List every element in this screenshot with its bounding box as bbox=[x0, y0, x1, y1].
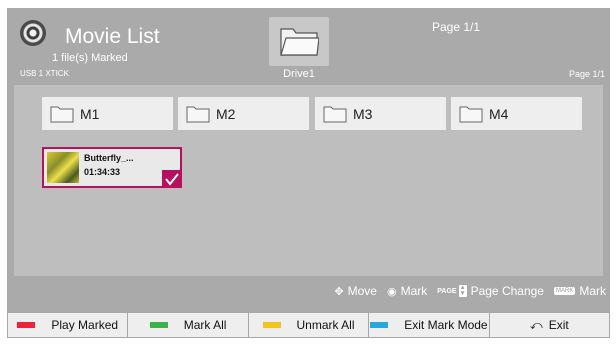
back-icon: ⤺ bbox=[529, 317, 543, 332]
marked-count: 1 file(s) Marked bbox=[52, 52, 128, 64]
page-title: Movie List bbox=[65, 25, 160, 48]
folder-item-m1[interactable]: M1 bbox=[42, 97, 173, 130]
movie-name: Butterfly_... bbox=[84, 153, 134, 163]
button-label: Play Marked bbox=[51, 318, 119, 332]
folder-item-m3[interactable]: M3 bbox=[315, 97, 446, 130]
folder-label: M3 bbox=[353, 106, 373, 122]
hint-mark-key: Mark bbox=[579, 284, 606, 298]
movie-item[interactable]: Butterfly_... 01:34:33 bbox=[42, 147, 182, 188]
folder-icon bbox=[459, 106, 483, 123]
page-indicator: Page 1/1 bbox=[432, 20, 481, 34]
drive-button[interactable] bbox=[269, 17, 329, 66]
blue-key-icon bbox=[370, 322, 389, 328]
movie-list-screen: Movie List 1 file(s) Marked USB 1 XTICK … bbox=[7, 8, 611, 338]
movie-thumbnail bbox=[47, 152, 79, 183]
button-label: Exit bbox=[548, 318, 569, 332]
yellow-key-icon bbox=[262, 322, 281, 328]
folder-item-m2[interactable]: M2 bbox=[178, 97, 309, 130]
page-indicator-small: Page 1/1 bbox=[569, 69, 606, 79]
button-label: Unmark All bbox=[296, 318, 355, 332]
play-marked-button[interactable]: Play Marked bbox=[7, 312, 129, 338]
button-label: Mark All bbox=[183, 318, 227, 332]
button-label: Exit Mark Mode bbox=[404, 318, 488, 332]
movie-duration: 01:34:33 bbox=[84, 167, 121, 177]
move-arrows-icon: ✥ bbox=[334, 285, 344, 298]
hint-move: Move bbox=[347, 284, 377, 298]
exit-button[interactable]: ⤺ Exit bbox=[488, 312, 611, 338]
folder-icon bbox=[50, 106, 74, 123]
folder-label: M1 bbox=[80, 106, 100, 122]
unmark-all-button[interactable]: Unmark All bbox=[247, 312, 370, 338]
mark-key-icon: MARK bbox=[553, 287, 576, 295]
device-name: USB 1 XTICK bbox=[20, 69, 69, 78]
folder-label: M2 bbox=[216, 106, 236, 122]
folder-item-m4[interactable]: M4 bbox=[451, 97, 582, 130]
folder-icon bbox=[280, 28, 319, 56]
hint-page-change: Page Change bbox=[470, 284, 544, 298]
folder-icon bbox=[186, 106, 210, 123]
hint-mark: Mark bbox=[400, 284, 428, 298]
disc-icon bbox=[20, 20, 46, 46]
red-key-icon bbox=[17, 322, 36, 328]
nav-hints: ✥ Move ◉ Mark PAGE ▴ ▾ Page Change MARK M… bbox=[334, 284, 606, 298]
folder-icon bbox=[323, 106, 347, 123]
folder-label: M4 bbox=[489, 106, 509, 122]
mark-all-button[interactable]: Mark All bbox=[127, 312, 249, 338]
drive-label: Drive1 bbox=[283, 68, 315, 80]
exit-mark-mode-button[interactable]: Exit Mark Mode bbox=[368, 312, 490, 338]
ok-button-icon: ◉ bbox=[386, 285, 397, 298]
page-key-label: PAGE bbox=[437, 287, 457, 295]
file-grid: M1 M2 M3 M4 Butterfly_... 01:34:33 bbox=[14, 85, 603, 276]
green-key-icon bbox=[149, 322, 168, 328]
checkmark-icon bbox=[162, 170, 182, 188]
page-key-icon: ▴ ▾ bbox=[458, 284, 467, 297]
action-bar: Play Marked Mark All Unmark All Exit Mar… bbox=[7, 312, 611, 338]
